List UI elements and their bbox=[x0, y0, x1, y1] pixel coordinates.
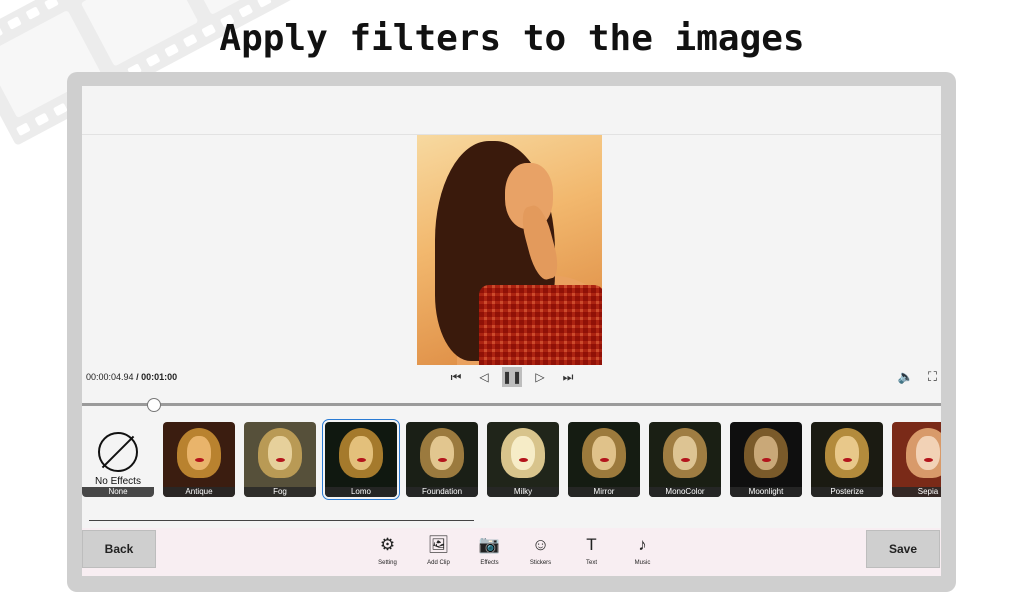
seek-bar[interactable] bbox=[82, 403, 941, 406]
playback-controls: ⏮ ◁ ❚❚ ▷ ⏭ bbox=[446, 367, 578, 387]
effect-thumbnail bbox=[730, 422, 802, 497]
effect-thumbnail bbox=[649, 422, 721, 497]
effect-thumbnail bbox=[406, 422, 478, 497]
effect-milky[interactable]: Milky bbox=[487, 422, 559, 497]
pause-icon[interactable]: ❚❚ bbox=[502, 367, 522, 387]
tool-stickers[interactable]: ☺ Stickers bbox=[525, 534, 556, 566]
seek-handle[interactable] bbox=[147, 398, 161, 412]
add-clip-icon: 🖼 bbox=[427, 535, 450, 554]
sticker-icon: ☺ bbox=[531, 535, 550, 554]
preview-image bbox=[417, 135, 602, 365]
tool-music[interactable]: ♪ Music bbox=[627, 534, 658, 566]
effect-thumbnail bbox=[325, 422, 397, 497]
effect-sepia[interactable]: Sepia bbox=[892, 422, 941, 497]
page-heading: Apply filters to the images bbox=[219, 18, 805, 59]
bottom-toolbar: Back ⚙ Setting 🖼 Add Clip 📷 Effects ☺ Stickers T… bbox=[82, 528, 941, 576]
skip-end-icon[interactable]: ⏭ bbox=[558, 367, 578, 387]
time-separator: / bbox=[136, 372, 139, 382]
tool-row: ⚙ Setting 🖼 Add Clip 📷 Effects ☺ Stickers T Text ♪… bbox=[372, 534, 658, 566]
effect-monocolor[interactable]: MonoColor bbox=[649, 422, 721, 497]
tool-label: Effects bbox=[480, 560, 499, 566]
back-button[interactable]: Back bbox=[82, 530, 156, 568]
effect-thumbnail bbox=[892, 422, 941, 497]
view-controls: 🔈 ⛶ bbox=[898, 369, 937, 385]
effect-label: Mirror bbox=[568, 487, 640, 497]
effect-label: Foundation bbox=[406, 487, 478, 497]
fullscreen-icon[interactable]: ⛶ bbox=[928, 369, 937, 385]
effect-label: MonoColor bbox=[649, 487, 721, 497]
tool-label: Setting bbox=[378, 560, 397, 566]
save-button[interactable]: Save bbox=[866, 530, 940, 568]
tool-label: Text bbox=[585, 560, 597, 566]
effect-label: Milky bbox=[487, 487, 559, 497]
tool-label: Stickers bbox=[529, 560, 552, 566]
effect-foundation[interactable]: Foundation bbox=[406, 422, 478, 497]
tool-setting[interactable]: ⚙ Setting bbox=[372, 534, 403, 566]
volume-icon[interactable]: 🔈 bbox=[898, 369, 914, 385]
effect-fog[interactable]: Fog bbox=[244, 422, 316, 497]
tool-label: Music bbox=[634, 560, 651, 566]
effect-label: Fog bbox=[244, 487, 316, 497]
text-icon: T bbox=[586, 535, 597, 554]
no-effects-caption: No Effects bbox=[95, 476, 141, 487]
skip-start-icon[interactable]: ⏮ bbox=[446, 367, 466, 387]
effect-none[interactable]: No Effects None bbox=[82, 422, 154, 497]
effect-label: Posterize bbox=[811, 487, 883, 497]
effect-label: Sepia bbox=[892, 487, 941, 497]
effect-label: Lomo bbox=[325, 487, 397, 497]
tool-text[interactable]: T Text bbox=[576, 534, 607, 566]
effect-thumbnail bbox=[811, 422, 883, 497]
effect-label: Antique bbox=[163, 487, 235, 497]
effect-lomo[interactable]: Lomo bbox=[322, 419, 400, 500]
effect-thumbnail bbox=[244, 422, 316, 497]
settings-icon: ⚙ bbox=[379, 535, 396, 554]
effect-label: None bbox=[82, 487, 154, 497]
top-bar bbox=[82, 86, 941, 135]
effect-posterize[interactable]: Posterize bbox=[811, 422, 883, 497]
time-display: 00:00:04.94 / 00:01:00 bbox=[86, 372, 177, 382]
current-time: 00:00:04.94 bbox=[86, 372, 134, 382]
tool-label: Add Clip bbox=[427, 560, 450, 566]
effect-moonlight[interactable]: Moonlight bbox=[730, 422, 802, 497]
effect-antique[interactable]: Antique bbox=[163, 422, 235, 497]
effect-thumbnail bbox=[568, 422, 640, 497]
strip-scrollbar[interactable] bbox=[89, 520, 474, 521]
effect-thumbnail bbox=[163, 422, 235, 497]
next-frame-icon[interactable]: ▷ bbox=[530, 367, 550, 387]
no-effect-icon bbox=[98, 432, 138, 472]
tool-effects[interactable]: 📷 Effects bbox=[474, 534, 505, 566]
effect-mirror[interactable]: Mirror bbox=[568, 422, 640, 497]
total-time: 00:01:00 bbox=[141, 372, 178, 382]
editor-screen: 00:00:04.94 / 00:01:00 ⏮ ◁ ❚❚ ▷ ⏭ 🔈 ⛶ No… bbox=[82, 86, 941, 576]
effects-icon: 📷 bbox=[478, 535, 501, 554]
music-icon: ♪ bbox=[638, 535, 647, 554]
tool-add-clip[interactable]: 🖼 Add Clip bbox=[423, 534, 454, 566]
prev-frame-icon[interactable]: ◁ bbox=[474, 367, 494, 387]
effect-thumbnail bbox=[487, 422, 559, 497]
effect-label: Moonlight bbox=[730, 487, 802, 497]
effects-strip: No Effects None Antique Fog Lomo Foundation… bbox=[82, 419, 941, 500]
